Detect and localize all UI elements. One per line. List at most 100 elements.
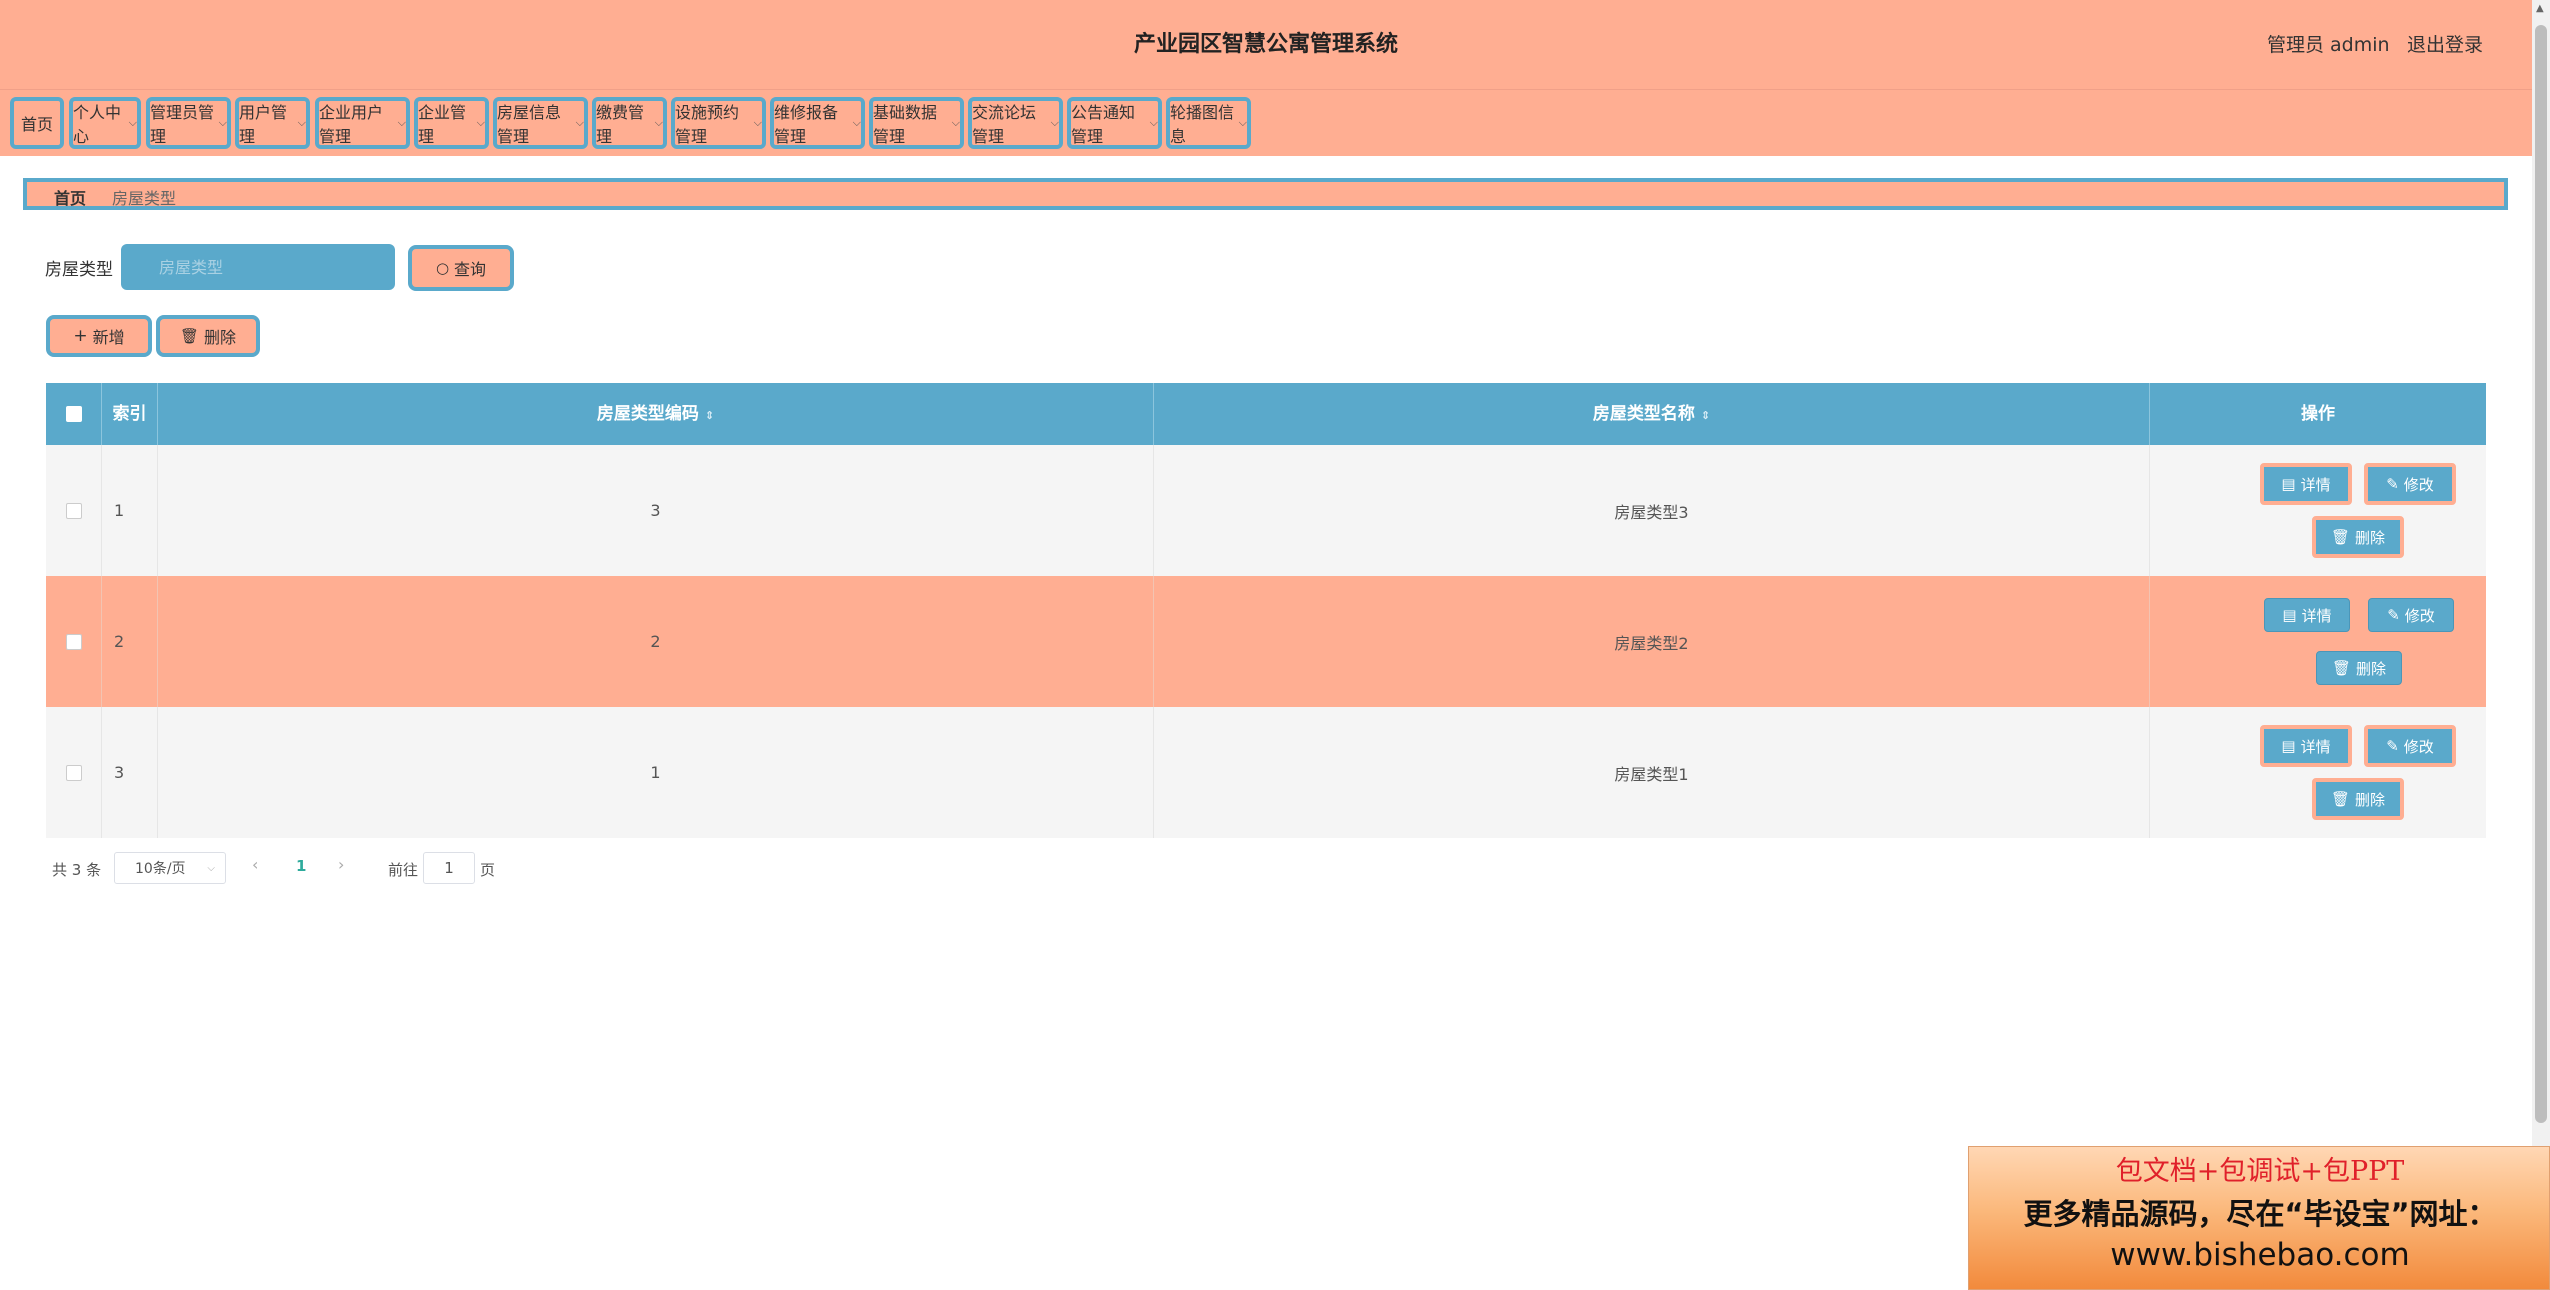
page-size-select[interactable]: 10条/页 ⌵ — [114, 852, 226, 884]
nav-item-label: 缴费管理 — [596, 103, 645, 146]
nav-item-label: 个人中心 — [73, 103, 122, 146]
nav-item-company-mgmt[interactable]: 企业管理 ⌵ — [414, 97, 489, 149]
goto-page-input[interactable] — [423, 852, 475, 884]
scrollbar-thumb[interactable] — [2535, 25, 2547, 1123]
edit-button-label: 修改 — [2403, 737, 2434, 756]
chevron-down-icon: ⌵ — [753, 116, 762, 129]
nav-item-label: 企业管理 — [418, 103, 467, 146]
plus-icon: + — [73, 326, 88, 346]
breadcrumb-home[interactable]: 首页 — [54, 185, 86, 209]
delete-button-label: 删除 — [2355, 528, 2386, 547]
edit-button[interactable]: ✎ 修改 — [2364, 725, 2456, 767]
nav-item-carousel-info[interactable]: 轮播图信息 ⌵ — [1166, 97, 1251, 149]
table-row: 1 3 房屋类型3 ▤ 详情 ✎ 修改 🗑 删除 — [46, 445, 2486, 576]
delete-button-label: 删除 — [2355, 790, 2386, 809]
nav-item-house-info-mgmt[interactable]: 房屋信息管理 ⌵ — [493, 97, 588, 149]
ad-line-2: 更多精品源码，尽在“毕设宝”网址： — [2023, 1197, 2497, 1231]
detail-button[interactable]: ▤ 详情 — [2264, 598, 2350, 632]
document-icon: ▤ — [2281, 475, 2296, 493]
next-page-icon[interactable]: › — [338, 855, 344, 874]
scroll-up-icon[interactable]: ▲ — [2536, 3, 2544, 14]
row-code: 1 — [158, 707, 1154, 838]
table-header: 索引 房屋类型编码 ⇕ 房屋类型名称 ⇕ 操作 — [46, 383, 2486, 445]
nav-item-repair-mgmt[interactable]: 维修报备管理 ⌵ — [770, 97, 865, 149]
nav-item-company-user-mgmt[interactable]: 企业用户管理 ⌵ — [315, 97, 410, 149]
col-index-header: 索引 — [102, 383, 158, 445]
add-button[interactable]: + 新增 — [46, 315, 152, 357]
nav-item-label: 维修报备管理 — [774, 103, 839, 146]
page-number-current[interactable]: 1 — [296, 857, 306, 875]
chevron-down-icon: ⌵ — [397, 116, 406, 129]
nav-item-home[interactable]: 首页 — [10, 97, 64, 149]
logout-link[interactable]: 退出登录 — [2407, 30, 2483, 57]
delete-button-label: 删除 — [2356, 659, 2387, 678]
nav-item-label: 交流论坛管理 — [972, 103, 1037, 146]
search-input[interactable] — [121, 244, 395, 290]
chevron-down-icon: ⌵ — [476, 116, 485, 129]
nav-item-base-data-mgmt[interactable]: 基础数据管理 ⌵ — [869, 97, 964, 149]
edit-button-label: 修改 — [2404, 606, 2435, 625]
bulk-delete-button[interactable]: 🗑 删除 — [156, 315, 260, 357]
pencil-icon: ✎ — [2386, 737, 2399, 755]
edit-button[interactable]: ✎ 修改 — [2364, 463, 2456, 505]
search-icon: ○ — [435, 259, 450, 277]
delete-button[interactable]: 🗑 删除 — [2312, 778, 2404, 820]
chevron-down-icon: ⌵ — [128, 116, 137, 129]
row-checkbox[interactable] — [65, 764, 82, 781]
col-name-label: 房屋类型名称 — [1592, 404, 1695, 424]
row-name: 房屋类型1 — [1154, 707, 2150, 838]
nav-item-payment-mgmt[interactable]: 缴费管理 ⌵ — [592, 97, 667, 149]
trash-icon: 🗑 — [2330, 790, 2351, 808]
nav-item-label: 基础数据管理 — [873, 103, 938, 146]
chevron-down-icon: ⌵ — [1149, 116, 1158, 129]
nav-item-user-mgmt[interactable]: 用户管理 ⌵ — [235, 97, 310, 149]
ad-banner[interactable]: 包文档+包调试+包PPT 更多精品源码，尽在“毕设宝”网址： www.bishe… — [1968, 1146, 2550, 1290]
goto-suffix: 页 — [480, 861, 496, 879]
ad-line-1: 包文档+包调试+包PPT — [2115, 1156, 2405, 1187]
house-type-table: 索引 房屋类型编码 ⇕ 房屋类型名称 ⇕ 操作 1 3 房屋类型3 ▤ 详情 ✎ 修改 … — [46, 383, 2486, 839]
table-row: 2 2 房屋类型2 ▤ 详情 ✎ 修改 🗑 删除 — [46, 576, 2486, 707]
row-checkbox[interactable] — [65, 633, 82, 650]
nav-item-label: 企业用户管理 — [319, 103, 384, 146]
nav-item-personal-center[interactable]: 个人中心 ⌵ — [69, 97, 141, 149]
search-label: 房屋类型 — [45, 260, 113, 280]
sort-icon[interactable]: ⇕ — [705, 409, 714, 422]
delete-button[interactable]: 🗑 删除 — [2316, 651, 2402, 685]
col-name-header[interactable]: 房屋类型名称 ⇕ — [1154, 383, 2150, 445]
row-select-cell — [46, 445, 102, 576]
nav-item-label: 房屋信息管理 — [497, 103, 562, 146]
row-name: 房屋类型3 — [1154, 445, 2150, 576]
row-code: 2 — [158, 576, 1154, 707]
chevron-down-icon: ⌵ — [207, 862, 215, 874]
prev-page-icon[interactable]: ‹ — [252, 855, 258, 874]
trash-icon: 🗑 — [2330, 528, 2351, 546]
delete-button[interactable]: 🗑 删除 — [2312, 516, 2404, 558]
chevron-down-icon: ⌵ — [575, 116, 584, 129]
nav-item-notice-mgmt[interactable]: 公告通知管理 ⌵ — [1067, 97, 1162, 149]
goto-label: 前往 — [388, 861, 419, 879]
nav-item-facility-booking-mgmt[interactable]: 设施预约管理 ⌵ — [671, 97, 766, 149]
row-checkbox[interactable] — [65, 502, 82, 519]
user-info: 管理员 admin — [2267, 34, 2390, 56]
row-code: 3 — [158, 445, 1154, 576]
nav-item-label: 设施预约管理 — [675, 103, 740, 146]
search-button[interactable]: ○ 查询 — [408, 245, 514, 291]
nav-item-label: 管理员管理 — [150, 103, 215, 146]
detail-button[interactable]: ▤ 详情 — [2260, 725, 2352, 767]
sort-icon[interactable]: ⇕ — [1701, 409, 1710, 422]
nav-item-label: 用户管理 — [239, 103, 288, 146]
detail-button-label: 详情 — [2300, 475, 2331, 494]
edit-button-label: 修改 — [2403, 475, 2434, 494]
nav-item-admin-mgmt[interactable]: 管理员管理 ⌵ — [146, 97, 231, 149]
col-code-header[interactable]: 房屋类型编码 ⇕ — [158, 383, 1154, 445]
row-ops: ▤ 详情 ✎ 修改 🗑 删除 — [2150, 576, 2486, 707]
nav-item-forum-mgmt[interactable]: 交流论坛管理 ⌵ — [968, 97, 1063, 149]
pagination-total: 共 3 条 — [52, 861, 102, 879]
pencil-icon: ✎ — [2387, 606, 2400, 624]
edit-button[interactable]: ✎ 修改 — [2368, 598, 2454, 632]
select-all-cell — [46, 383, 102, 445]
detail-button[interactable]: ▤ 详情 — [2260, 463, 2352, 505]
trash-icon: 🗑 — [2331, 659, 2352, 677]
row-ops: ▤ 详情 ✎ 修改 🗑 删除 — [2150, 445, 2486, 576]
select-all-checkbox[interactable] — [65, 406, 82, 422]
